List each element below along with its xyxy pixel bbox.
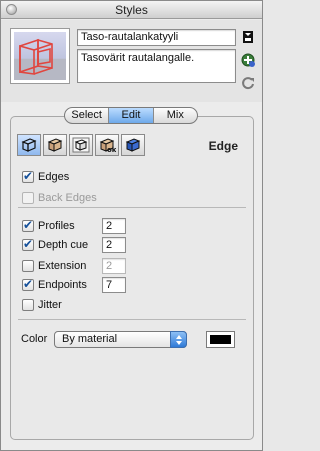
depth-cue-option[interactable]: Depth cue bbox=[22, 237, 88, 253]
endpoints-label: Endpoints bbox=[38, 279, 87, 291]
profiles-checkbox[interactable] bbox=[22, 218, 34, 232]
title-bar: Styles bbox=[1, 1, 262, 19]
jitter-checkbox[interactable] bbox=[22, 299, 34, 311]
update-style-icon[interactable] bbox=[241, 76, 255, 90]
style-thumbnail[interactable] bbox=[10, 28, 70, 84]
endpoints-checkbox[interactable] bbox=[22, 277, 34, 291]
back-edges-option[interactable]: Back Edges bbox=[22, 190, 97, 206]
jitter-option[interactable]: Jitter bbox=[22, 297, 62, 313]
back-edges-label: Back Edges bbox=[38, 192, 97, 204]
profiles-width-input[interactable]: 2 bbox=[102, 218, 126, 234]
profiles-label: Profiles bbox=[38, 220, 75, 232]
svg-text:ok: ok bbox=[107, 146, 116, 153]
extension-label: Extension bbox=[38, 260, 87, 272]
extension-option[interactable]: Extension bbox=[22, 258, 86, 274]
endpoints-input[interactable]: 7 bbox=[102, 277, 126, 293]
details-toggle-icon[interactable] bbox=[241, 30, 255, 44]
style-description-input[interactable]: Tasovärit rautalangalle. bbox=[77, 49, 236, 83]
extension-input[interactable]: 2 bbox=[102, 258, 126, 274]
depth-cue-checkbox[interactable] bbox=[22, 237, 34, 251]
color-label: Color bbox=[21, 333, 48, 345]
settings-category-bar: ok bbox=[17, 134, 145, 156]
tab-select[interactable]: Select bbox=[65, 108, 110, 123]
depth-cue-input[interactable]: 2 bbox=[102, 237, 126, 253]
style-name-input[interactable]: Taso-rautalankatyyli bbox=[77, 29, 236, 46]
jitter-label: Jitter bbox=[38, 299, 62, 311]
color-swatch-fill bbox=[210, 335, 231, 344]
divider bbox=[18, 319, 246, 320]
edges-option[interactable]: Edges bbox=[22, 169, 69, 185]
tab-mix[interactable]: Mix bbox=[154, 108, 197, 123]
tab-edit[interactable]: Edit bbox=[109, 108, 154, 123]
depth-cue-label: Depth cue bbox=[38, 239, 89, 251]
window-title: Styles bbox=[115, 3, 148, 17]
divider bbox=[18, 207, 246, 208]
profiles-option[interactable]: Profiles bbox=[22, 218, 75, 234]
edge-settings-icon[interactable] bbox=[17, 134, 41, 156]
modeling-settings-icon[interactable] bbox=[121, 134, 145, 156]
create-style-icon[interactable] bbox=[241, 53, 255, 67]
endpoints-option[interactable]: Endpoints bbox=[22, 277, 87, 293]
style-tabs: Select Edit Mix bbox=[64, 107, 198, 124]
edge-color-swatch[interactable] bbox=[206, 331, 235, 348]
background-settings-icon[interactable] bbox=[69, 134, 93, 156]
face-settings-icon[interactable] bbox=[43, 134, 67, 156]
back-edges-checkbox[interactable] bbox=[22, 192, 34, 204]
edges-checkbox[interactable] bbox=[22, 169, 34, 183]
extension-checkbox[interactable] bbox=[22, 260, 34, 272]
edge-color-value: By material bbox=[62, 333, 118, 345]
styles-window: Styles Taso-rautalankatyyli Tasovärit ra… bbox=[0, 0, 263, 451]
style-header: Taso-rautalankatyyli Tasovärit rautalang… bbox=[1, 20, 262, 102]
updown-arrow-icon bbox=[170, 331, 187, 348]
section-title: Edge bbox=[208, 139, 238, 153]
watermark-settings-icon[interactable]: ok bbox=[95, 134, 119, 156]
wireframe-preview-icon bbox=[14, 38, 66, 80]
edge-color-select[interactable]: By material bbox=[54, 331, 187, 348]
edges-label: Edges bbox=[38, 171, 70, 183]
